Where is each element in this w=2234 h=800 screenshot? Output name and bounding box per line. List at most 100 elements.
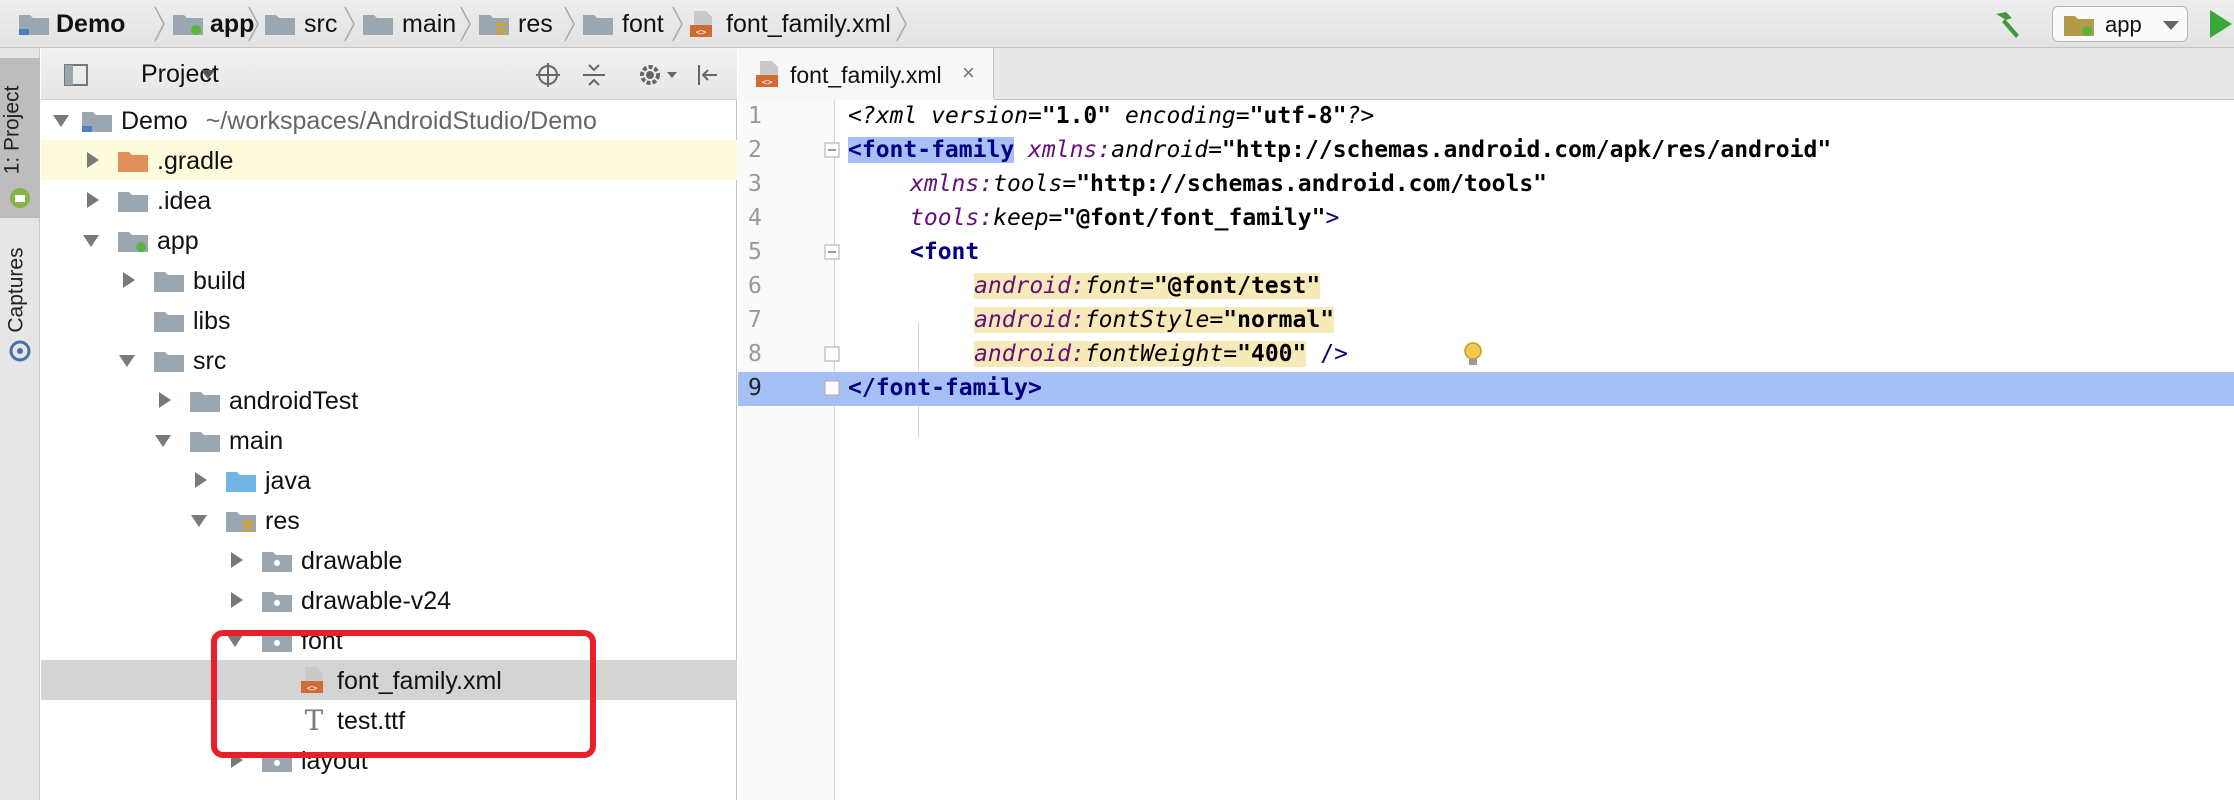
breadcrumb-item-main[interactable]: main bbox=[362, 0, 456, 48]
target-icon[interactable] bbox=[535, 62, 561, 88]
tab-font-family-xml[interactable]: <> font_family.xml × bbox=[738, 48, 994, 100]
resource-folder-icon bbox=[226, 512, 256, 532]
expand-arrow-icon[interactable] bbox=[231, 552, 243, 568]
run-configuration-label: app bbox=[2105, 12, 2142, 37]
tool-window-strip: 1: Project Captures bbox=[0, 48, 40, 800]
code-editor[interactable]: 1 <?xml version="1.0" encoding="utf-8"?>… bbox=[738, 100, 2234, 800]
tree-node[interactable]: java bbox=[41, 460, 737, 500]
breadcrumb-separator bbox=[896, 6, 907, 42]
project-folder-icon bbox=[82, 112, 112, 132]
project-view-icon bbox=[64, 64, 88, 86]
gear-icon[interactable] bbox=[637, 62, 663, 88]
tree-node-label: Demo ~/workspaces/AndroidStudio/Demo bbox=[121, 107, 597, 135]
code-line[interactable]: 1 <?xml version="1.0" encoding="utf-8"?> bbox=[738, 100, 2234, 134]
fold-marker-icon[interactable] bbox=[824, 244, 840, 260]
collapse-all-icon[interactable] bbox=[581, 62, 607, 88]
breadcrumb-separator bbox=[672, 6, 683, 42]
tab-captures-label: Captures bbox=[4, 247, 28, 333]
source-folder-icon bbox=[226, 472, 256, 492]
breadcrumb-label: src bbox=[304, 9, 338, 38]
line-number: 5 bbox=[748, 239, 762, 265]
breadcrumb-item-font-family-xml[interactable]: <> font_family.xml bbox=[688, 0, 891, 48]
breadcrumb-item-font[interactable]: font bbox=[582, 0, 664, 48]
module-folder-icon bbox=[118, 232, 148, 252]
expand-arrow-icon[interactable] bbox=[195, 472, 207, 488]
expand-arrow-icon[interactable] bbox=[87, 192, 99, 208]
tree-node-label: res bbox=[265, 507, 300, 535]
tree-node[interactable]: libs bbox=[41, 300, 737, 340]
breadcrumb-item-res[interactable]: res bbox=[478, 0, 553, 48]
hammer-icon[interactable] bbox=[1990, 8, 2024, 40]
tree-node[interactable]: main bbox=[41, 420, 737, 460]
xml-file-icon: <> bbox=[690, 11, 712, 38]
tree-node[interactable]: Demo ~/workspaces/AndroidStudio/Demo bbox=[41, 100, 737, 140]
editor-tab-bar: <> font_family.xml × bbox=[738, 48, 2234, 100]
code-line[interactable]: 2 <font-family xmlns:android="http://sch… bbox=[738, 134, 2234, 168]
code-text: android:font="@font/test" bbox=[974, 273, 1321, 299]
tree-node[interactable]: app bbox=[41, 220, 737, 260]
breadcrumb-label: main bbox=[402, 9, 457, 38]
fold-end-marker-icon[interactable] bbox=[824, 346, 840, 362]
tree-node[interactable]: .idea bbox=[41, 180, 737, 220]
code-line[interactable]: 5 <font bbox=[738, 236, 2234, 270]
line-number: 7 bbox=[748, 307, 762, 333]
expand-arrow-icon[interactable] bbox=[231, 592, 243, 608]
line-number: 4 bbox=[748, 205, 762, 231]
lightbulb-icon[interactable] bbox=[1462, 341, 1484, 369]
expand-arrow-icon[interactable] bbox=[155, 435, 171, 447]
expand-arrow-icon[interactable] bbox=[119, 355, 135, 367]
fold-end-marker-icon[interactable] bbox=[824, 380, 840, 396]
tree-node[interactable]: .gradle bbox=[41, 140, 737, 180]
code-line-current[interactable]: 9 </font-family> bbox=[738, 372, 2234, 406]
tree-node-label: androidTest bbox=[229, 387, 359, 415]
expand-arrow-icon[interactable] bbox=[159, 392, 171, 408]
expand-arrow-icon[interactable] bbox=[53, 115, 69, 127]
code-line[interactable]: 6 android:font="@font/test" bbox=[738, 270, 2234, 304]
tab-project-tool-window[interactable]: 1: Project bbox=[0, 58, 40, 218]
chevron-down-icon[interactable] bbox=[201, 70, 215, 79]
code-line[interactable]: 7 android:fontStyle="normal" bbox=[738, 304, 2234, 338]
module-folder-icon bbox=[2064, 16, 2094, 36]
breadcrumb-separator bbox=[248, 6, 259, 42]
tree-node[interactable]: build bbox=[41, 260, 737, 300]
hide-panel-icon[interactable] bbox=[695, 62, 721, 88]
breadcrumb-label: font_family.xml bbox=[726, 9, 891, 38]
tab-captures-tool-window[interactable]: Captures bbox=[0, 224, 40, 374]
fold-marker-icon[interactable] bbox=[824, 142, 840, 158]
android-icon bbox=[10, 188, 30, 208]
code-text: <font bbox=[910, 239, 980, 265]
code-line[interactable]: 4 tools:keep="@font/font_family"> bbox=[738, 202, 2234, 236]
folder-icon bbox=[154, 352, 184, 372]
expand-arrow-icon[interactable] bbox=[87, 152, 99, 168]
camera-icon bbox=[9, 340, 31, 362]
expand-arrow-icon[interactable] bbox=[123, 272, 135, 288]
code-line[interactable]: 3 xmlns:tools="http://schemas.android.co… bbox=[738, 168, 2234, 202]
tree-node[interactable]: drawable-v24 bbox=[41, 580, 737, 620]
tree-node[interactable]: androidTest bbox=[41, 380, 737, 420]
breadcrumb-item-src[interactable]: src bbox=[264, 0, 337, 48]
folder-icon bbox=[154, 272, 184, 292]
xml-file-icon: <> bbox=[756, 61, 778, 88]
tree-node-label: java bbox=[265, 467, 311, 495]
tree-node-label: .idea bbox=[157, 187, 212, 215]
expand-arrow-icon[interactable] bbox=[83, 235, 99, 247]
breadcrumb-item-app[interactable]: app bbox=[172, 0, 254, 48]
resource-folder-icon bbox=[479, 15, 509, 35]
tree-node-label: main bbox=[229, 427, 284, 455]
tree-node-path: ~/workspaces/AndroidStudio/Demo bbox=[205, 107, 597, 135]
package-folder-icon bbox=[262, 552, 292, 572]
breadcrumb-label: res bbox=[518, 9, 553, 38]
breadcrumb-item-demo[interactable]: Demo bbox=[18, 0, 125, 48]
tree-node[interactable]: src bbox=[41, 340, 737, 380]
run-icon[interactable] bbox=[2210, 10, 2232, 38]
line-number: 2 bbox=[748, 137, 762, 163]
breadcrumb-separator bbox=[460, 6, 471, 42]
run-configuration-dropdown[interactable]: app bbox=[2052, 6, 2188, 42]
code-line[interactable]: 8 android:fontWeight="400" /> bbox=[738, 338, 2234, 372]
code-text: android:fontStyle="normal" bbox=[974, 307, 1335, 333]
chevron-down-icon[interactable] bbox=[667, 72, 677, 78]
tree-node[interactable]: res bbox=[41, 500, 737, 540]
expand-arrow-icon[interactable] bbox=[191, 515, 207, 527]
close-icon[interactable]: × bbox=[962, 60, 975, 86]
tree-node[interactable]: drawable bbox=[41, 540, 737, 580]
